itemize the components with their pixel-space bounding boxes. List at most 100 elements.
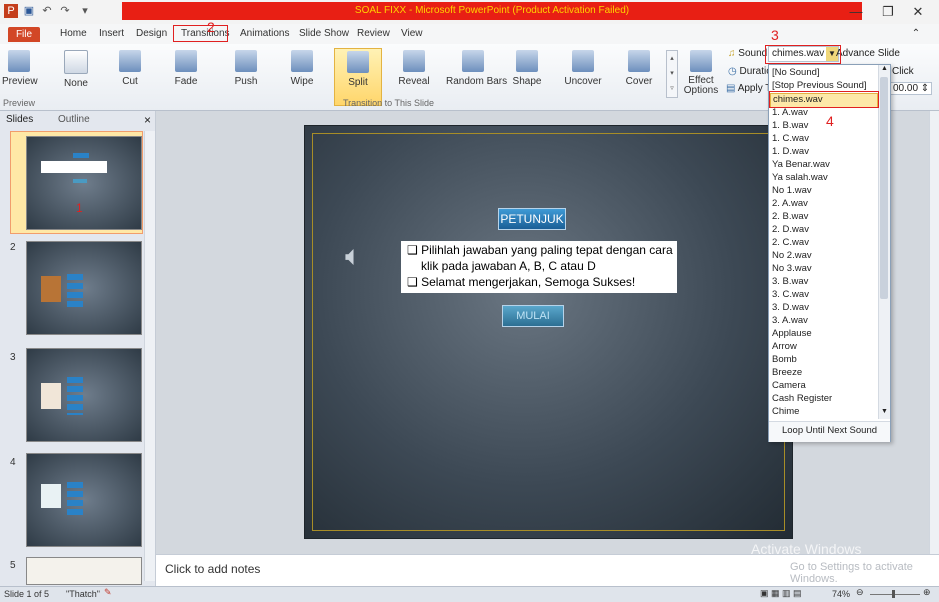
effect-options-button[interactable]: Effect Options [682,48,720,104]
sound-option[interactable]: [Stop Previous Sound] [772,80,867,91]
instruction-line-3: ❑ Selamat mengerjakan, Semoga Sukses! [407,275,636,289]
effect-options-label: Effect Options [683,75,719,96]
undo-icon[interactable]: ↶ [40,4,54,18]
zoom-level[interactable]: 74% [832,589,850,599]
current-slide[interactable]: 🔈︎ PETUNJUK ❑ Pilihlah jawaban yang pali… [304,125,793,539]
sound-option[interactable]: [No Sound] [772,67,820,78]
mulai-button[interactable]: MULAI [502,305,564,327]
tab-home[interactable]: Home [60,28,87,39]
slide-thumb-2[interactable] [26,241,142,335]
minimize-ribbon-icon[interactable]: ⌃ [902,25,930,43]
transition-label: Wipe [290,76,314,87]
sound-option[interactable]: No 1.wav [772,185,812,196]
sound-option[interactable]: No 3.wav [772,263,812,274]
tab-slides[interactable]: Slides [6,114,33,125]
sound-option[interactable]: 2. B.wav [772,211,808,222]
sound-option[interactable]: Ya salah.wav [772,172,828,183]
sound-option[interactable]: Applause [772,328,812,339]
slide-border [312,133,785,531]
view-buttons[interactable]: ▣ ▦ ▥ ▤ [760,588,802,599]
transition-reveal[interactable]: Reveal [391,48,437,104]
speaker-icon[interactable]: 🔈︎ [345,240,362,273]
sound-option[interactable]: Cash Register [772,393,832,404]
zoom-slider[interactable] [870,594,920,595]
tab-view[interactable]: View [401,28,423,39]
sound-option[interactable]: 2. C.wav [772,237,809,248]
tab-animations[interactable]: Animations [240,28,289,39]
slide-thumb-3[interactable] [26,348,142,442]
tab-outline[interactable]: Outline [58,114,90,125]
sound-option[interactable]: Bomb [772,354,797,365]
transition-cut[interactable]: Cut [107,48,153,104]
group-preview-label: Preview [3,98,36,108]
sound-option[interactable]: No 2.wav [772,250,812,261]
tab-slide-show[interactable]: Slide Show [299,28,349,39]
sound-option[interactable]: 1. A.wav [772,107,808,118]
on-click-checkbox[interactable]: Click [892,66,914,77]
tab-design[interactable]: Design [136,28,167,39]
editor-scrollbar[interactable] [929,111,939,554]
loop-until-next-sound[interactable]: Loop Until Next Sound [769,421,890,442]
tab-review[interactable]: Review [357,28,390,39]
preview-label: Preview [2,76,38,87]
minimize-button[interactable]: — [842,3,870,21]
window-title: SOAL FIXX - Microsoft PowerPoint (Produc… [354,5,630,16]
tab-file[interactable]: File [8,27,40,42]
petunjuk-heading[interactable]: PETUNJUK [498,208,566,230]
notes-placeholder: Click to add notes [165,562,261,576]
transition-wipe[interactable]: Wipe [279,48,325,104]
scroll-up-icon[interactable]: ▲ [880,65,889,75]
sound-option[interactable]: Ya Benar.wav [772,159,830,170]
dropdown-scrollbar[interactable]: ▲ ▼ [878,65,890,419]
sound-option[interactable]: 3. D.wav [772,302,809,313]
spellcheck-icon[interactable]: ✎ [104,587,112,598]
redo-icon[interactable]: ↷ [58,4,72,18]
sound-option[interactable]: Chime [772,406,799,417]
transition-uncover[interactable]: Uncover [560,48,606,104]
sound-option[interactable]: 1. D.wav [772,146,809,157]
slide-thumb-5[interactable] [26,557,142,585]
sound-option[interactable]: Breeze [772,367,802,378]
slide-thumb-4[interactable] [26,453,142,547]
instruction-textbox[interactable]: ❑ Pilihlah jawaban yang paling tepat den… [401,241,677,293]
transition-shape-icon [516,50,538,72]
panel-scrollbar[interactable] [144,131,155,581]
zoom-out-icon[interactable]: ⊖ [856,587,864,598]
apply-to-all-icon: ▤ [726,83,736,94]
tab-insert[interactable]: Insert [99,28,124,39]
transition-random-bars[interactable]: Random Bars [446,48,507,104]
slide-number: 3 [10,352,16,363]
close-panel-icon[interactable]: × [144,113,151,127]
scroll-thumb[interactable] [880,77,888,299]
sound-option[interactable]: 1. C.wav [772,133,809,144]
sound-option[interactable]: Camera [772,380,806,391]
gallery-scroll[interactable]: ▴ ▾ ▿ [666,50,678,98]
transition-shape[interactable]: Shape [504,48,550,104]
sound-option[interactable]: 1. B.wav [772,120,808,131]
preview-button[interactable]: Preview [2,48,38,104]
thumb-image [41,383,61,409]
slide-thumb-1[interactable] [26,136,142,230]
restore-button[interactable]: ❐ [874,3,902,21]
transition-fade[interactable]: Fade [163,48,209,104]
preview-icon [8,50,30,72]
qat-customize-icon[interactable]: ▾ [78,4,92,18]
close-button[interactable]: ✕ [904,3,932,21]
duration-label-wrap: ◷ Duratio [728,66,772,77]
scroll-down-icon[interactable]: ▼ [880,408,889,418]
transition-push[interactable]: Push [223,48,269,104]
after-time-spinner[interactable]: 00.00 ⇕ [890,82,933,95]
instruction-line-2: klik pada jawaban A, B, C atau D [421,259,596,273]
sound-option[interactable]: Arrow [772,341,797,352]
sound-option[interactable]: 2. A.wav [772,198,808,209]
save-icon[interactable]: ▣ [22,4,36,18]
sound-option[interactable]: 2. D.wav [772,224,809,235]
sound-option[interactable]: 3. B.wav [772,276,808,287]
sound-option[interactable]: 3. C.wav [772,289,809,300]
sound-option[interactable]: 3. A.wav [772,315,808,326]
zoom-in-icon[interactable]: ⊕ [923,587,931,598]
zoom-slider-thumb[interactable] [892,590,895,598]
notes-pane[interactable]: Click to add notes Go to Settings to act… [156,554,939,587]
transition-cover[interactable]: Cover [616,48,662,104]
transition-none[interactable]: None [53,48,99,104]
